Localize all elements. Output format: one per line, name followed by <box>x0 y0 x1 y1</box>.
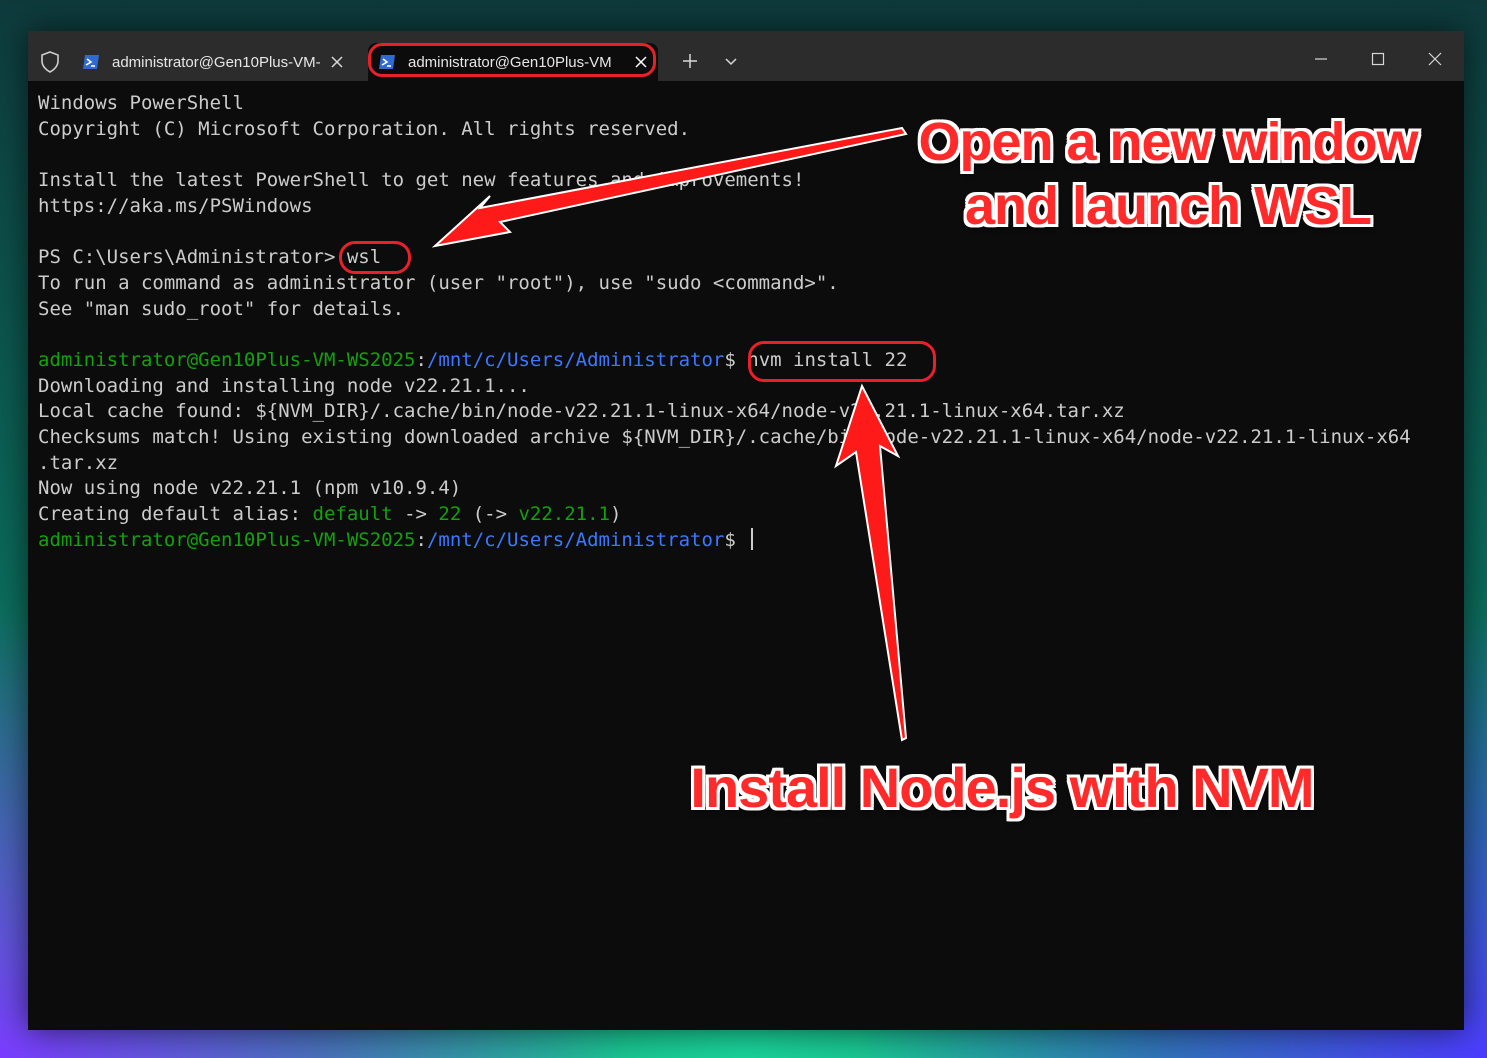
terminal-text: /mnt/c/Users/Administrator <box>426 348 725 371</box>
terminal-line: Creating default alias: default -> 22 (-… <box>38 502 1454 528</box>
terminal-line: administrator@Gen10Plus-VM-WS2025:/mnt/c… <box>38 348 1454 374</box>
tab-title: administrator@Gen10Plus-VM- <box>112 53 321 71</box>
powershell-icon <box>83 55 99 69</box>
terminal-line: .tar.xz <box>38 451 1454 477</box>
terminal-text: : <box>415 348 427 371</box>
terminal-line: See "man sudo_root" for details. <box>38 297 1454 323</box>
chevron-down-icon[interactable] <box>724 57 738 67</box>
terminal-text: .tar.xz <box>38 451 119 474</box>
terminal-text: /mnt/c/Users/Administrator <box>426 528 725 551</box>
terminal-line: Now using node v22.21.1 (npm v10.9.4) <box>38 476 1454 502</box>
terminal-text: Creating default alias: <box>38 503 313 525</box>
terminal-text: -> <box>392 503 439 525</box>
title-bar: administrator@Gen10Plus-VM- administrato… <box>28 31 1464 81</box>
shield-icon <box>41 51 59 73</box>
maximize-icon[interactable] <box>1370 51 1386 67</box>
minimize-icon[interactable] <box>1313 51 1329 67</box>
terminal-text: : <box>415 528 427 551</box>
terminal-text: 22 <box>438 503 462 525</box>
terminal-text: v22.21.1 <box>518 503 610 525</box>
tab-highlight-annotation <box>368 43 656 77</box>
terminal-line: To run a command as administrator (user … <box>38 271 1454 297</box>
terminal-line: PS C:\Users\Administrator> wsl <box>38 245 1454 271</box>
terminal-text: default <box>312 503 393 525</box>
terminal-text: Local cache found: ${NVM_DIR}/.cache/bin… <box>38 400 1125 423</box>
terminal-line: Checksums match! Using existing download… <box>38 425 1454 451</box>
callout-install-node: Install Node.js with NVM <box>690 756 1314 819</box>
terminal-text: $ <box>724 528 748 551</box>
terminal-text: ) <box>610 503 622 525</box>
terminal-text: Downloading and installing node v22.21.1… <box>38 374 530 397</box>
wsl-command-highlight <box>339 241 411 274</box>
terminal-text: To run a command as administrator (user … <box>38 271 839 294</box>
terminal-text: (-> <box>461 503 519 525</box>
close-window-icon[interactable] <box>1427 51 1443 67</box>
terminal-text: Copyright (C) Microsoft Corporation. All… <box>38 117 691 140</box>
terminal-text: Install the latest PowerShell to get new… <box>38 169 805 192</box>
terminal-line: Local cache found: ${NVM_DIR}/.cache/bin… <box>38 399 1454 425</box>
terminal-text: Checksums match! Using existing download… <box>38 425 1411 448</box>
tab-inactive[interactable]: administrator@Gen10Plus-VM- <box>72 43 354 81</box>
terminal-text: https://aka.ms/PSWindows <box>38 194 313 217</box>
terminal-line: Downloading and installing node v22.21.1… <box>38 374 1454 400</box>
close-icon[interactable] <box>330 55 344 69</box>
text-cursor <box>751 527 754 550</box>
terminal-text: Windows PowerShell <box>38 92 244 114</box>
terminal-text: Now using node v22.21.1 (npm v10.9.4) <box>38 477 462 500</box>
nvm-command-highlight <box>748 341 936 382</box>
terminal-text: PS C:\Users\Administrator> wsl <box>38 246 382 269</box>
plus-icon[interactable] <box>682 53 698 69</box>
terminal-line: administrator@Gen10Plus-VM-WS2025:/mnt/c… <box>38 527 1454 554</box>
terminal-text: See "man sudo_root" for details. <box>38 297 405 320</box>
terminal-text: administrator@Gen10Plus-VM-WS2025 <box>38 348 416 371</box>
callout-open-window: Open a new window and launch WSL <box>918 112 1418 236</box>
terminal-text: administrator@Gen10Plus-VM-WS2025 <box>38 528 416 551</box>
